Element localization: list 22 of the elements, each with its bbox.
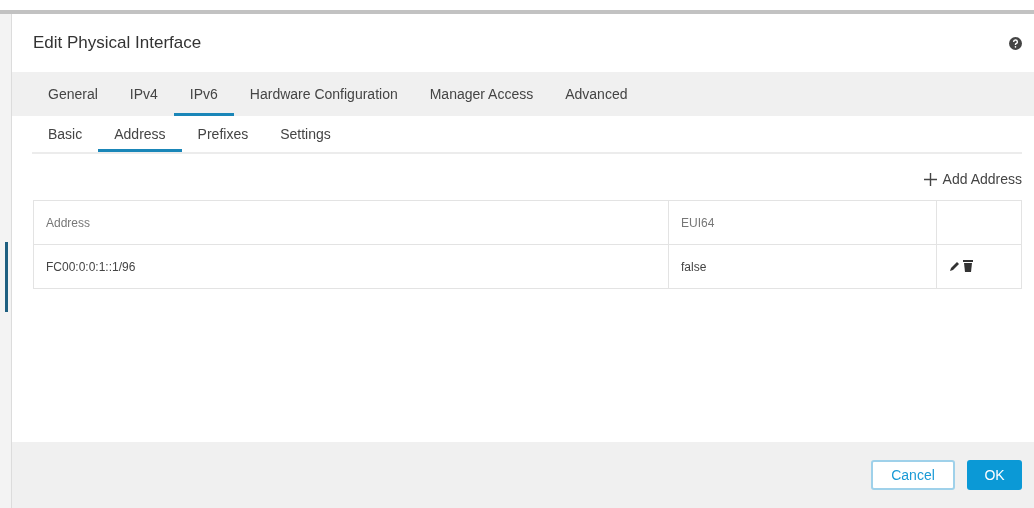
dialog-title: Edit Physical Interface	[33, 33, 202, 53]
help-icon[interactable]	[1009, 36, 1022, 50]
subtab[interactable]: Prefixes	[181, 116, 265, 152]
subtab[interactable]: Basic	[32, 116, 99, 152]
plus-icon	[923, 172, 937, 186]
selection-bar	[5, 242, 8, 312]
tab[interactable]: IPv4	[113, 72, 174, 116]
subtab[interactable]: Settings	[264, 116, 347, 152]
column-header: EUI64	[668, 200, 937, 245]
subtab[interactable]: Address	[98, 116, 182, 152]
column-header: Address	[33, 200, 669, 245]
add-address-label: Add Address	[942, 171, 1022, 187]
tab[interactable]: General	[32, 72, 114, 116]
tab[interactable]: Advanced	[549, 72, 644, 116]
pencil-icon[interactable]	[949, 259, 961, 272]
tab[interactable]: Hardware Configuration	[233, 72, 414, 116]
tab[interactable]: IPv6	[173, 72, 234, 116]
table-cell: FC00:0:0:1::1/96	[33, 244, 669, 289]
tab[interactable]: Manager Access	[413, 72, 550, 116]
add-address-button[interactable]: Add Address	[923, 171, 1022, 187]
trash-icon[interactable]	[963, 258, 973, 272]
table-cell: false	[668, 244, 937, 289]
